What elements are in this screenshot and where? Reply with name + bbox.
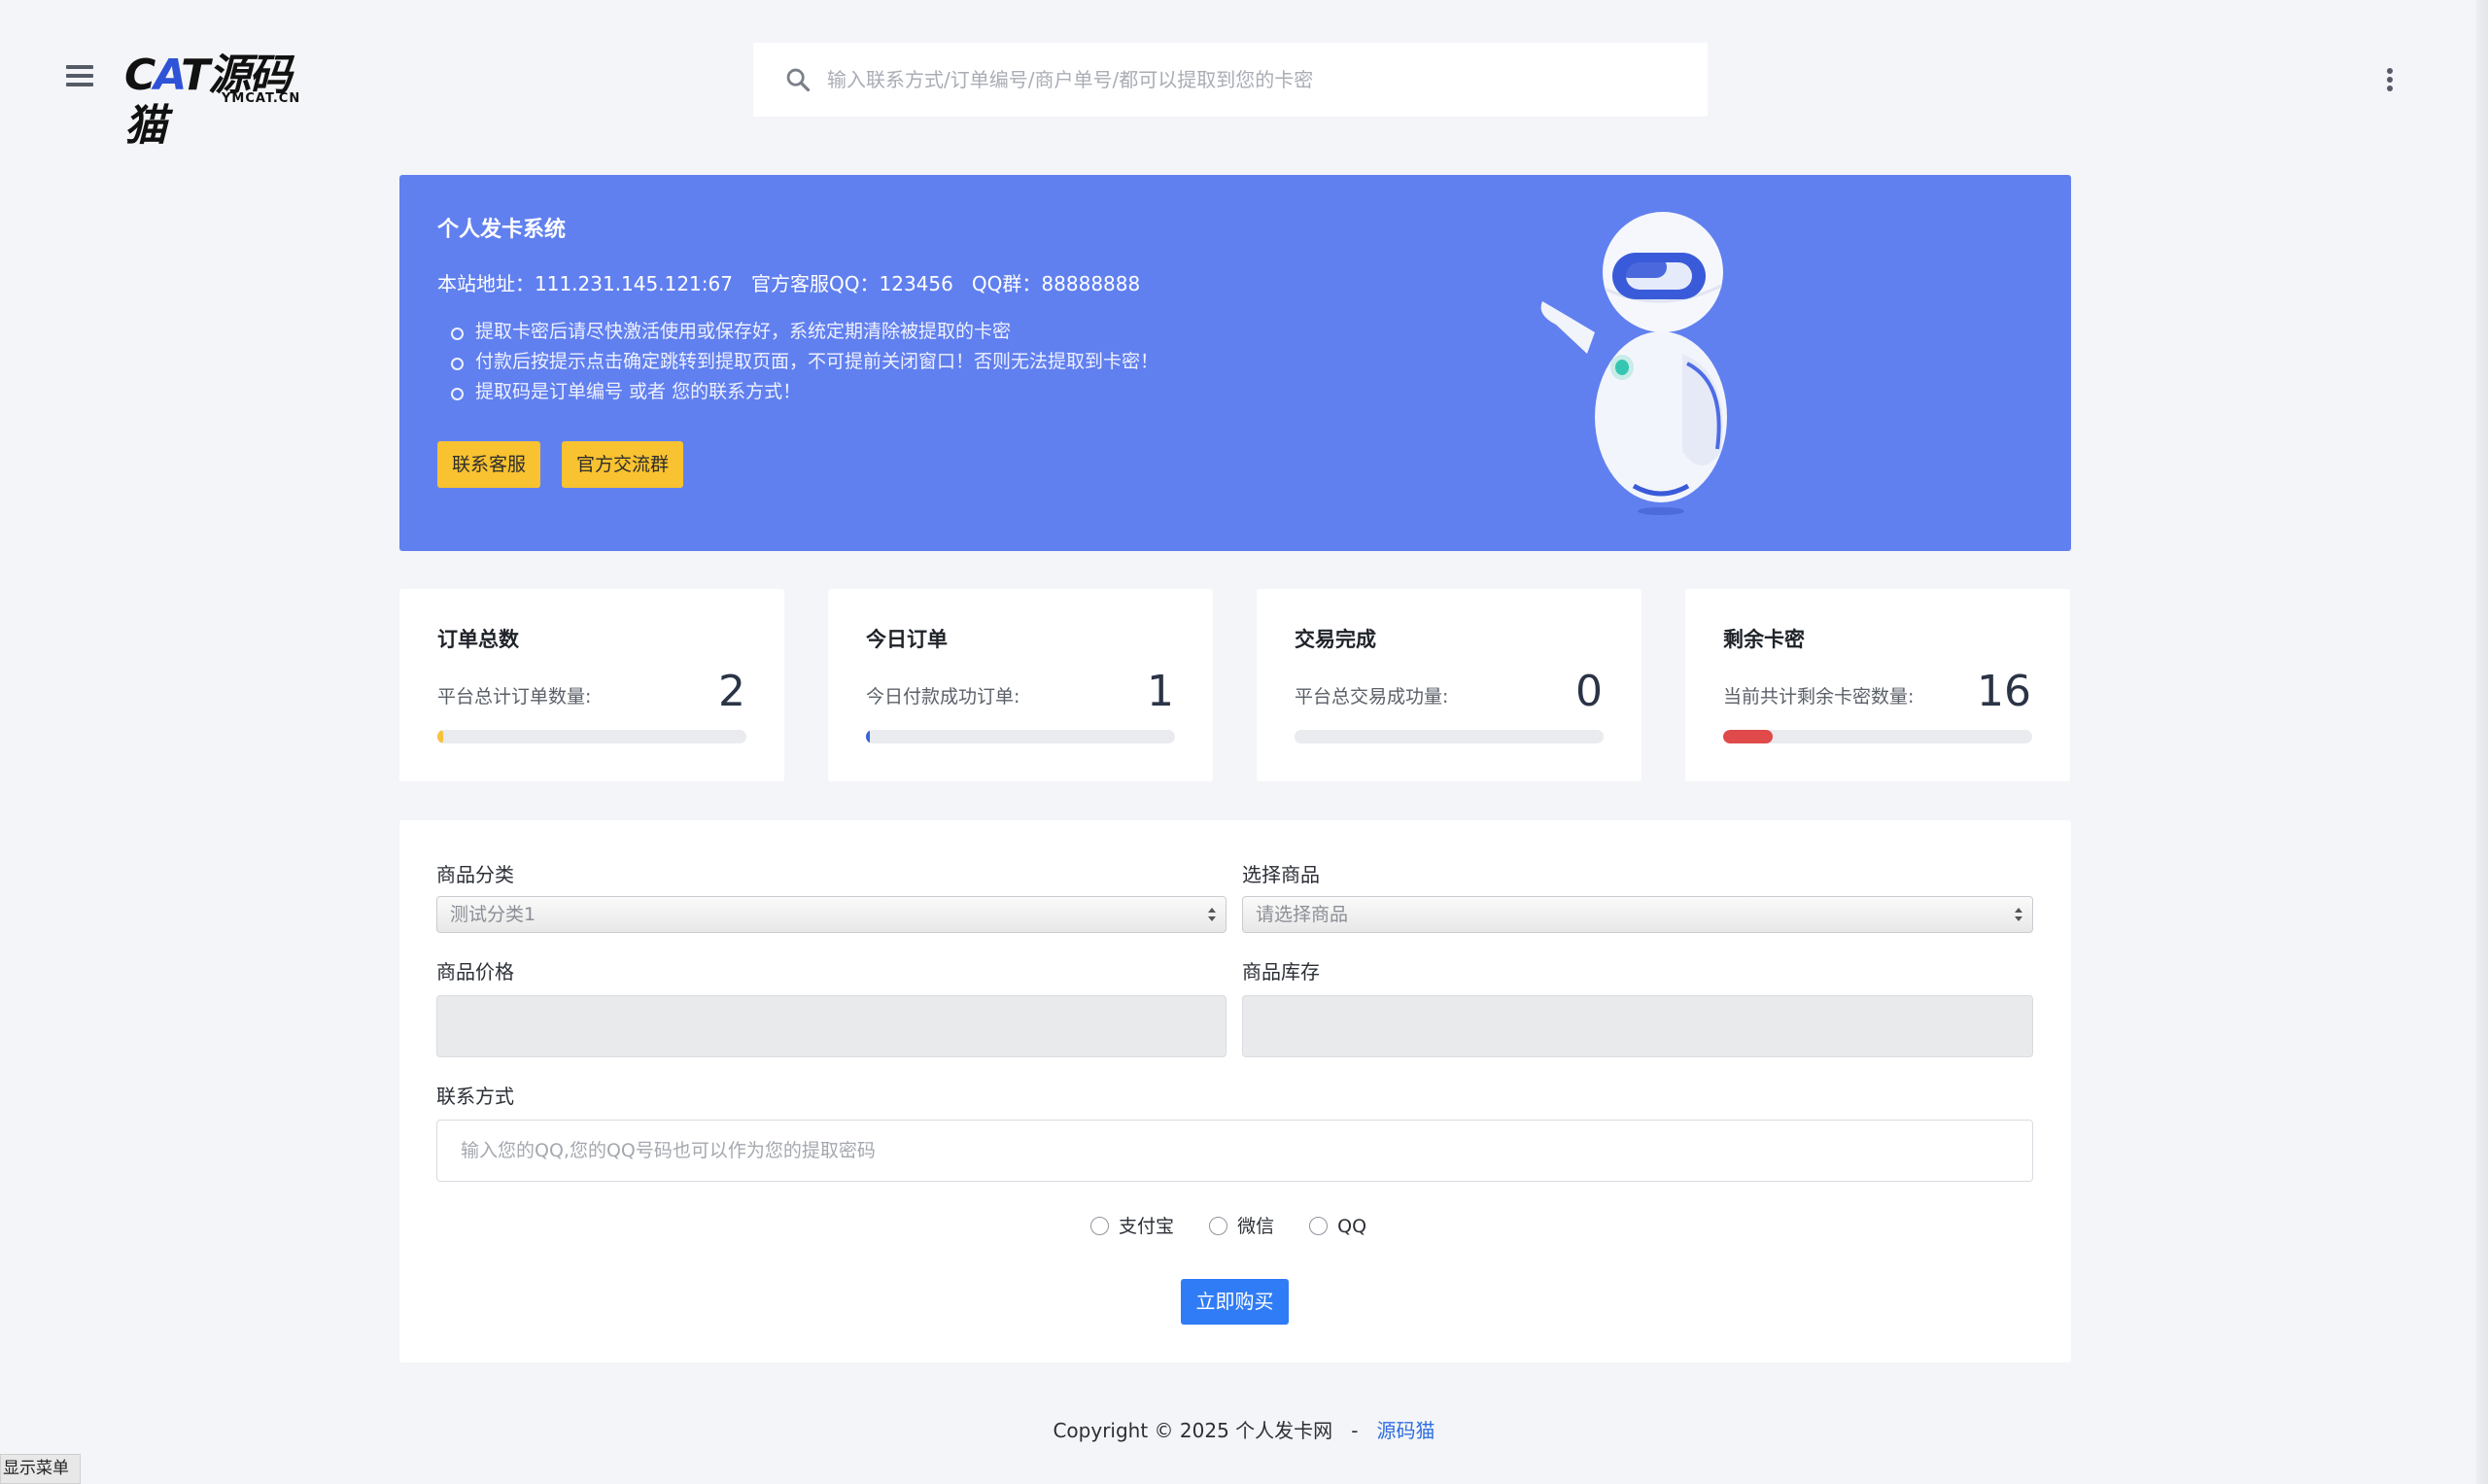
- info-banner: 个人发卡系统 本站地址：111.231.145.121:67 官方客服QQ：12…: [399, 175, 2071, 551]
- footer-link[interactable]: 源码猫: [1377, 1419, 1435, 1442]
- show-menu-button[interactable]: 显示菜单: [0, 1454, 81, 1484]
- product-select[interactable]: 请选择商品: [1242, 896, 2033, 933]
- contact-input[interactable]: [436, 1120, 2033, 1182]
- notice-list: 提取卡密后请尽快激活使用或保存好，系统定期清除被提取的卡密 付款后按提示点击确定…: [450, 317, 1158, 407]
- stat-label: 今日付款成功订单:: [866, 686, 1020, 707]
- stat-label: 平台总计订单数量:: [437, 686, 592, 707]
- banner-title: 个人发卡系统: [437, 218, 567, 242]
- radio-label: QQ: [1337, 1216, 1367, 1237]
- site-info: 本站地址：111.231.145.121:67 官方客服QQ：123456 QQ…: [437, 272, 1141, 295]
- price-field: [436, 995, 1227, 1057]
- stat-card-completed: 交易完成 平台总交易成功量: 0: [1257, 589, 1641, 781]
- progress-bar: [866, 730, 1175, 743]
- notice-item: 付款后按提示点击确定跳转到提取页面，不可提前关闭窗口！否则无法提取到卡密！: [450, 347, 1158, 377]
- stock-field: [1242, 995, 2033, 1057]
- logo-subtext: YMCAT.CN: [222, 91, 301, 106]
- pay-wechat-radio[interactable]: 微信: [1209, 1212, 1274, 1238]
- stat-title: 剩余卡密: [1723, 628, 1805, 651]
- category-label: 商品分类: [436, 863, 514, 886]
- contact-support-button[interactable]: 联系客服: [437, 441, 541, 488]
- radio-circle: [1090, 1217, 1109, 1235]
- notice-item: 提取码是订单编号 或者 您的联系方式！: [450, 377, 1158, 407]
- progress-fill: [437, 730, 444, 743]
- stat-card-total-orders: 订单总数 平台总计订单数量: 2: [399, 589, 784, 781]
- radio-circle: [1209, 1217, 1228, 1235]
- stat-title: 今日订单: [866, 628, 948, 651]
- stat-label: 当前共计剩余卡密数量:: [1723, 686, 1915, 707]
- select-arrows-icon: [1208, 908, 1216, 921]
- order-form: 商品分类 测试分类1 选择商品 请选择商品 商品价格 商品库存 联系方式 支付宝…: [399, 820, 2071, 1363]
- stat-card-remaining-cards: 剩余卡密 当前共计剩余卡密数量: 16: [1685, 589, 2070, 781]
- stat-title: 交易完成: [1295, 628, 1376, 651]
- payment-method-group: 支付宝 微信 QQ: [1090, 1212, 1396, 1241]
- top-bar: CAT源码猫 YMCAT.CN: [0, 0, 2488, 159]
- search-input[interactable]: [827, 43, 1682, 117]
- stat-value: 16: [1977, 667, 2031, 716]
- hamburger-menu-icon[interactable]: [66, 65, 93, 86]
- site-logo[interactable]: CAT源码猫 YMCAT.CN: [124, 51, 328, 151]
- select-arrows-icon: [2015, 908, 2022, 921]
- notice-item: 提取卡密后请尽快激活使用或保存好，系统定期清除被提取的卡密: [450, 317, 1158, 347]
- stat-value: 2: [718, 667, 745, 716]
- pay-qq-radio[interactable]: QQ: [1309, 1216, 1366, 1237]
- search-icon: [786, 68, 811, 92]
- stat-value: 0: [1575, 667, 1603, 716]
- product-select-value: 请选择商品: [1256, 904, 1349, 925]
- scrollbar-gutter: [2476, 0, 2488, 1484]
- stat-value: 1: [1147, 667, 1174, 716]
- copyright-text: Copyright © 2025 个人发卡网 -: [1053, 1419, 1377, 1442]
- buy-now-button[interactable]: 立即购买: [1181, 1279, 1289, 1325]
- pay-alipay-radio[interactable]: 支付宝: [1090, 1212, 1174, 1238]
- category-select-value: 测试分类1: [450, 904, 536, 925]
- category-select[interactable]: 测试分类1: [436, 896, 1227, 933]
- progress-bar: [437, 730, 746, 743]
- radio-label: 支付宝: [1119, 1216, 1175, 1237]
- product-label: 选择商品: [1242, 863, 1320, 886]
- stock-label: 商品库存: [1242, 960, 1320, 984]
- official-group-button[interactable]: 官方交流群: [562, 441, 684, 488]
- search-box: [753, 43, 1708, 117]
- radio-label: 微信: [1237, 1216, 1275, 1237]
- stat-card-today-orders: 今日订单 今日付款成功订单: 1: [828, 589, 1213, 781]
- progress-fill: [866, 730, 871, 743]
- more-options-icon[interactable]: [2385, 68, 2395, 93]
- footer: Copyright © 2025 个人发卡网 - 源码猫: [0, 1415, 2488, 1443]
- progress-fill: [1723, 730, 1773, 743]
- price-label: 商品价格: [436, 960, 514, 984]
- contact-label: 联系方式: [436, 1085, 514, 1108]
- radio-circle: [1309, 1217, 1329, 1235]
- stat-title: 订单总数: [437, 628, 519, 651]
- stat-label: 平台总交易成功量:: [1295, 686, 1449, 707]
- progress-bar: [1295, 730, 1604, 743]
- robot-illustration: [1540, 212, 1727, 515]
- progress-bar: [1723, 730, 2032, 743]
